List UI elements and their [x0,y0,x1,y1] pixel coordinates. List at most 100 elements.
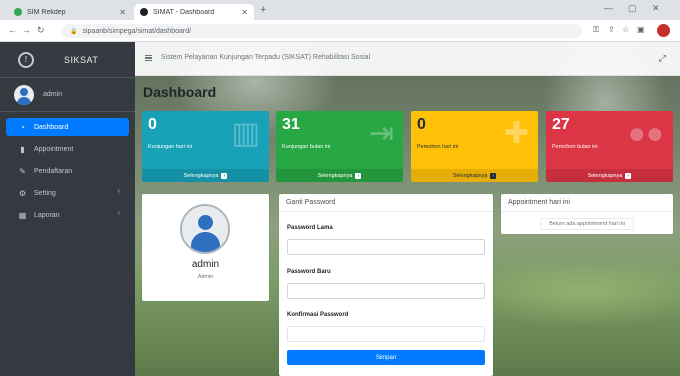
stat-more-link[interactable]: Selengkapnya › [142,169,269,182]
stat-more-link[interactable]: Selengkapnya › [411,169,538,182]
expand-icon[interactable]: ⤢ [659,53,666,64]
tab-title: SIM Rekdep [27,8,66,16]
card-title: Ganti Password [279,194,493,212]
stat-box-pemohon-bulan-ini: 27 Pemohon bulan ini ●● Selengkapnya › [546,111,673,182]
brand-logo-icon: ! [18,51,34,68]
top-navbar: Sistem Pelayanan Kunjungan Terpadu (SIKS… [135,42,680,76]
new-password-label: Password Baru [287,269,331,275]
app-subtitle: Sistem Pelayanan Kunjungan Terpadu (SIKS… [161,54,371,61]
brand-text: SIKSAT [64,54,99,65]
settings-icon: ⚙ [18,188,27,198]
sidebar-item-label: Dashboard [34,123,69,131]
main-content: Sistem Pelayanan Kunjungan Terpadu (SIKS… [135,42,680,376]
user-plus-icon: ✚ [503,117,529,150]
arrow-right-icon: › [490,172,497,179]
dashboard-icon: ◔ [20,122,25,132]
reload-icon[interactable]: ↻ [37,25,45,36]
url-input[interactable]: 🔒 sipaanb/simpega/simat/dashboard/ [62,24,582,38]
document-icon: ▮ [20,144,25,154]
stat-more-link[interactable]: Selengkapnya › [276,169,403,182]
edit-icon: ✎ [19,166,26,176]
sidebar-item-setting[interactable]: ⚙ Setting ‹ [6,184,129,202]
sidebar-item-laporan[interactable]: ▦ Laporan ‹ [6,206,129,224]
chevron-left-icon: ‹ [117,210,120,217]
extension-icon[interactable]: ▣ [637,25,645,34]
address-bar: ← → ↻ 🔒 sipaanb/simpega/simat/dashboard/… [0,20,680,42]
key-icon[interactable]: ⚿ [593,25,599,35]
tab-close-icon[interactable]: ✕ [241,8,248,17]
stat-box-kunjungan-hari-ini: 0 Kunjungan hari ini ▥ Selengkapnya › [142,111,269,182]
tab-favicon-icon [140,8,148,16]
sign-in-icon: ⇥ [368,117,394,150]
user-avatar-icon [14,84,34,105]
lock-icon: 🔒 [70,28,78,35]
sidebar-item-label: Laporan [34,211,60,219]
change-password-card: Ganti Password Password Lama Password Ba… [279,194,493,376]
sidebar-item-appointment[interactable]: ▮ Appointment [6,140,129,158]
stat-more-link[interactable]: Selengkapnya › [546,169,673,182]
save-password-button[interactable]: Simpan [287,350,485,365]
sidebar-item-pendaftaran[interactable]: ✎ Pendaftaran [6,162,129,180]
sidebar: ! SIKSAT admin ◔ Dashboard ▮ Appointment… [0,42,135,376]
url-text: sipaanb/simpega/simat/dashboard/ [82,27,192,35]
stat-label: Pemohon bulan ini [552,144,598,150]
sidebar-item-label: Appointment [34,145,74,153]
sidebar-item-label: Setting [34,189,56,197]
stat-box-pemohon-hari-ini: 0 Pemohon hari ini ✚ Selengkapnya › [411,111,538,182]
arrow-right-icon: › [355,172,362,179]
minimize-icon[interactable]: — [604,3,613,13]
arrow-right-icon: › [625,172,632,179]
arrow-right-icon: › [221,172,228,179]
new-tab-icon[interactable]: + [260,4,266,16]
profile-card: admin Admin [142,194,269,301]
stat-value: 27 [552,116,570,133]
user-avatar-icon [180,204,230,254]
maximize-icon[interactable]: ▢ [628,3,637,14]
sidebar-item-dashboard[interactable]: ◔ Dashboard [6,118,129,136]
browser-profile-avatar[interactable] [657,24,670,37]
stat-more-label: Selengkapnya [183,172,219,179]
share-icon[interactable]: ⇪ [608,25,615,34]
chevron-left-icon: ‹ [117,188,120,195]
page-title: Dashboard [143,84,217,100]
profile-role: Admin [197,274,214,280]
report-icon: ▦ [18,210,27,220]
browser-tab[interactable]: SIM Rekdep ✕ [8,4,132,20]
browser-tab-bar: SIM Rekdep ✕ SIMAT - Dashboard ✕ + — ▢ ✕ [0,0,680,20]
building-icon: ▥ [231,117,260,150]
stat-value: 0 [417,116,426,133]
forward-icon[interactable]: → [22,25,31,35]
stat-value: 0 [148,116,157,133]
sidebar-nav: ◔ Dashboard ▮ Appointment ✎ Pendaftaran … [0,112,135,224]
sidebar-item-label: Pendaftaran [34,167,73,175]
stat-more-label: Selengkapnya [452,172,488,179]
appointment-today-card: Appointment hari ini Belum ada appointme… [501,194,673,234]
stat-box-kunjungan-bulan-ini: 31 Kunjungan bulan ini ⇥ Selengkapnya › [276,111,403,182]
menu-toggle-icon[interactable] [145,55,152,61]
user-name: admin [43,91,63,98]
back-icon[interactable]: ← [8,25,17,35]
brand[interactable]: ! SIKSAT [0,42,135,78]
appointment-empty-text: Belum ada appointment hari ini [540,218,634,230]
stat-label: Pemohon hari ini [417,144,459,150]
appointment-empty: Belum ada appointment hari ini [501,214,673,234]
browser-tab-active[interactable]: SIMAT - Dashboard ✕ [134,4,254,20]
old-password-label: Password Lama [287,225,333,231]
stat-more-label: Selengkapnya [317,172,353,179]
star-icon[interactable]: ☆ [622,25,629,34]
confirm-password-label: Konfirmasi Password [287,312,349,318]
stat-label: Kunjungan bulan ini [282,144,331,150]
profile-name: admin [191,259,220,270]
tab-favicon-icon [14,8,22,16]
new-password-input[interactable] [287,283,485,299]
tab-title: SIMAT - Dashboard [153,8,215,16]
stat-label: Kunjungan hari ini [148,144,193,150]
card-title: Appointment hari ini [501,194,673,212]
old-password-input[interactable] [287,239,485,255]
confirm-password-input[interactable] [287,326,485,342]
user-panel[interactable]: admin [0,78,135,112]
tab-close-icon[interactable]: ✕ [119,8,126,17]
users-icon: ●● [627,117,664,150]
window-close-icon[interactable]: ✕ [652,3,660,14]
stat-value: 31 [282,116,300,133]
